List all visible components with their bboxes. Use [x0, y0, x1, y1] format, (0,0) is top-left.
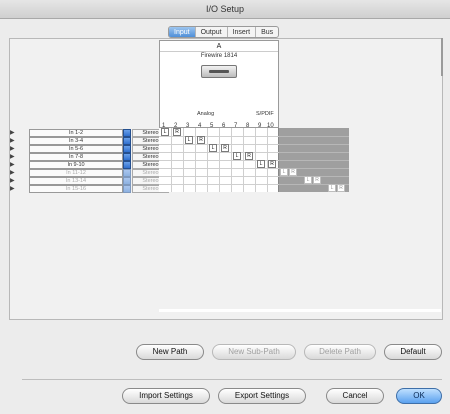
path-row[interactable]: ▶ In 5-6 Stereo	[10, 145, 169, 153]
path-row[interactable]: ▶ In 7-8 Stereo	[10, 153, 169, 161]
path-active-checkbox[interactable]	[123, 153, 131, 161]
tab-bus[interactable]: Bus	[256, 27, 278, 37]
interface-icon	[201, 65, 237, 78]
io-tabs: Input Output Insert Bus	[168, 26, 280, 38]
route-cell-left[interactable]: L	[161, 128, 169, 136]
tab-output[interactable]: Output	[196, 27, 228, 37]
device-name: Firewire 1814	[200, 53, 238, 59]
route-cell-right[interactable]: R	[337, 184, 345, 192]
device-letter: A	[160, 41, 278, 52]
export-settings-button[interactable]: Export Settings	[218, 388, 306, 404]
grid-line	[159, 136, 279, 137]
grid-line	[279, 136, 349, 137]
disclosure-triangle-icon[interactable]: ▶	[10, 185, 17, 193]
route-cell-right[interactable]: R	[268, 160, 276, 168]
window-title: I/O Setup	[0, 0, 450, 19]
path-name-field[interactable]: In 15-16	[29, 185, 123, 193]
disclosure-triangle-icon[interactable]: ▶	[10, 129, 17, 137]
new-path-button[interactable]: New Path	[136, 344, 204, 360]
route-cell-left[interactable]: L	[280, 168, 288, 176]
route-cell-right[interactable]: R	[173, 128, 181, 136]
path-row[interactable]: ▶ In 11-12 Stereo	[10, 169, 169, 177]
path-name-field[interactable]: In 13-14	[29, 177, 123, 185]
grid-line	[279, 144, 349, 145]
path-row[interactable]: ▶ In 1-2 Stereo	[10, 129, 169, 137]
route-cell-right[interactable]: R	[245, 152, 253, 160]
path-name-field[interactable]: In 7-8	[29, 153, 123, 161]
delete-path-button[interactable]: Delete Path	[304, 344, 376, 360]
cancel-button[interactable]: Cancel	[326, 388, 384, 404]
disclosure-triangle-icon[interactable]: ▶	[10, 153, 17, 161]
grid-line	[159, 168, 279, 169]
path-row[interactable]: ▶ In 9-10 Stereo	[10, 161, 169, 169]
path-active-checkbox[interactable]	[123, 161, 131, 169]
tab-insert[interactable]: Insert	[228, 27, 257, 37]
empty-path-area	[159, 192, 441, 312]
path-row[interactable]: ▶ In 3-4 Stereo	[10, 137, 169, 145]
default-button[interactable]: Default	[384, 344, 442, 360]
path-name-field[interactable]: In 1-2	[29, 129, 123, 137]
path-active-checkbox[interactable]	[123, 137, 131, 145]
grid-line	[159, 184, 279, 185]
path-name-field[interactable]: In 5-6	[29, 145, 123, 153]
disclosure-triangle-icon[interactable]: ▶	[10, 161, 17, 169]
route-cell-right[interactable]: R	[289, 168, 297, 176]
group-spdif-label: S/PDIF	[256, 111, 274, 117]
vertical-scrollbar[interactable]	[441, 38, 443, 76]
path-name-field[interactable]: In 9-10	[29, 161, 123, 169]
import-settings-button[interactable]: Import Settings	[122, 388, 210, 404]
path-name-field[interactable]: In 11-12	[29, 169, 123, 177]
route-cell-right[interactable]: R	[221, 144, 229, 152]
grid-line	[279, 160, 349, 161]
route-cell-left[interactable]: L	[328, 184, 336, 192]
path-active-checkbox[interactable]	[123, 129, 131, 137]
tab-input[interactable]: Input	[169, 27, 196, 37]
disclosure-triangle-icon[interactable]: ▶	[10, 169, 17, 177]
path-active-checkbox[interactable]	[123, 185, 131, 193]
route-cell-left[interactable]: L	[185, 136, 193, 144]
path-row[interactable]: ▶ In 13-14 Stereo	[10, 177, 169, 185]
route-cell-left[interactable]: L	[233, 152, 241, 160]
route-cell-right[interactable]: R	[197, 136, 205, 144]
routing-grid[interactable]: L R L R L R L R L R L R L R L R	[159, 128, 349, 192]
grid-line	[279, 152, 349, 153]
path-name-field[interactable]: In 3-4	[29, 137, 123, 145]
path-active-checkbox[interactable]	[123, 169, 131, 177]
route-cell-left[interactable]: L	[209, 144, 217, 152]
disclosure-triangle-icon[interactable]: ▶	[10, 177, 17, 185]
disclosure-triangle-icon[interactable]: ▶	[10, 137, 17, 145]
path-row[interactable]: ▶ In 15-16 Stereo	[10, 185, 169, 193]
grid-line	[159, 152, 279, 153]
new-sub-path-button[interactable]: New Sub-Path	[212, 344, 296, 360]
separator	[22, 379, 442, 380]
device-header: A Firewire 1814 Analog S/PDIF 1 2 3 4 5 …	[159, 40, 279, 129]
grid-line	[159, 176, 279, 177]
group-analog-label: Analog	[197, 111, 215, 117]
grid-line	[159, 144, 279, 145]
path-active-checkbox[interactable]	[123, 177, 131, 185]
path-active-checkbox[interactable]	[123, 145, 131, 153]
route-cell-left[interactable]: L	[304, 176, 312, 184]
ok-button[interactable]: OK	[396, 388, 442, 404]
route-cell-right[interactable]: R	[313, 176, 321, 184]
route-cell-left[interactable]: L	[257, 160, 265, 168]
disclosure-triangle-icon[interactable]: ▶	[10, 145, 17, 153]
